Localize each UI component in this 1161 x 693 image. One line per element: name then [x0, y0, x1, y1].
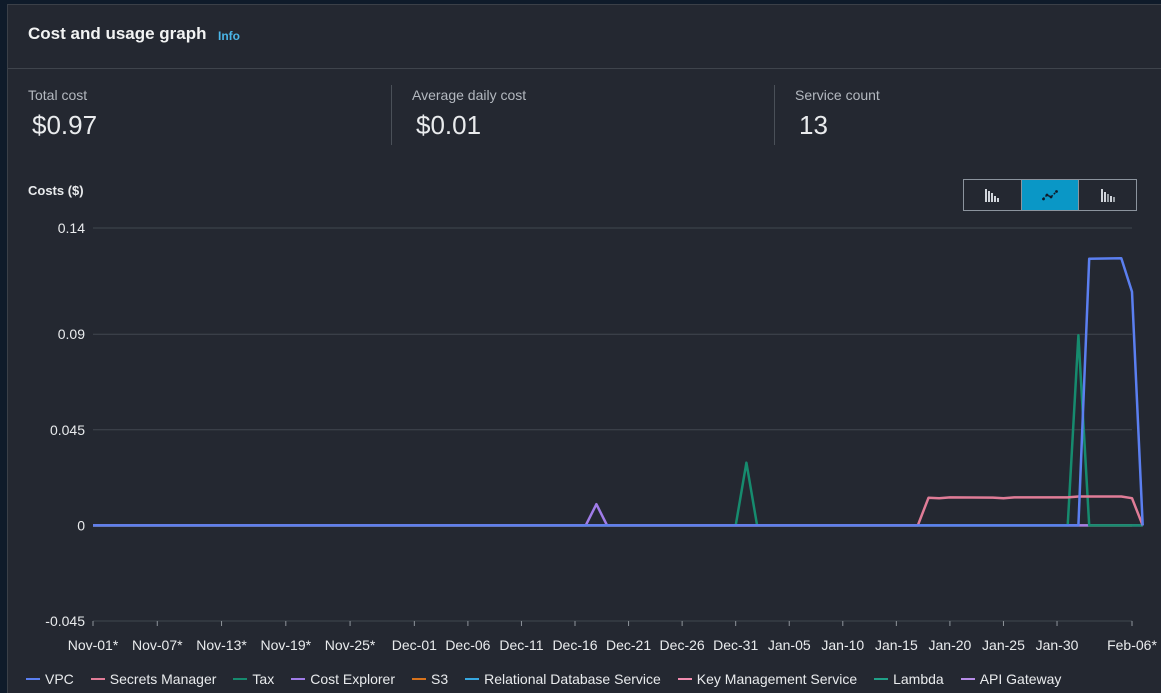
legend-item[interactable]: Lambda — [874, 671, 944, 687]
legend-swatch — [291, 678, 306, 680]
legend-label: Lambda — [893, 671, 944, 687]
cost-usage-panel: Cost and usage graph Info Total cost $0.… — [7, 4, 1161, 693]
legend-label: Cost Explorer — [310, 671, 396, 687]
legend-swatch — [465, 678, 480, 680]
y-axis-label: Costs ($) — [28, 183, 84, 198]
legend-swatch — [874, 678, 889, 680]
legend-label: API Gateway — [979, 671, 1062, 687]
legend-item[interactable]: Secrets Manager — [90, 671, 217, 687]
bar-chart-button[interactable] — [964, 180, 1021, 210]
info-link[interactable]: Info — [218, 29, 240, 43]
metric-label: Average daily cost — [412, 87, 527, 103]
legend-item[interactable]: API Gateway — [960, 671, 1062, 687]
legend-swatch — [412, 678, 427, 680]
metric-value: $0.01 — [416, 110, 482, 140]
metric-value: $0.97 — [32, 110, 98, 140]
panel-header: Cost and usage graph Info — [8, 5, 1161, 69]
metric-value: 13 — [799, 110, 828, 140]
legend-swatch — [26, 678, 40, 680]
metric-service-count: Service count 13 — [795, 87, 880, 145]
legend-swatch — [90, 678, 105, 680]
legend-item[interactable]: VPC — [26, 671, 74, 687]
legend-label: S3 — [431, 671, 449, 687]
legend-item[interactable]: Tax — [233, 671, 274, 687]
legend-label: Tax — [252, 671, 275, 687]
legend-item[interactable]: Key Management Service — [677, 671, 858, 687]
legend-label: Relational Database Service — [484, 671, 661, 687]
legend-item[interactable]: Cost Explorer — [291, 671, 395, 687]
stacked-bar-chart-button[interactable] — [1078, 180, 1136, 210]
legend-swatch — [677, 678, 692, 680]
bar-chart-icon — [985, 189, 1000, 202]
legend-item[interactable]: S3 — [412, 671, 448, 687]
legend-item[interactable]: Relational Database Service — [465, 671, 661, 687]
legend-label: Key Management Service — [696, 671, 858, 687]
chart-legend: VPC Secrets Manager Tax Cost Explorer S3 Rela… — [26, 671, 1078, 687]
line-chart-button[interactable] — [1020, 180, 1079, 210]
metric-divider — [774, 85, 775, 145]
metric-divider — [391, 85, 392, 145]
chart-type-toggle — [963, 179, 1137, 211]
panel-title: Cost and usage graph — [28, 24, 207, 43]
legend-label: Secrets Manager — [109, 671, 217, 687]
metric-average-daily-cost: Average daily cost $0.01 — [412, 87, 526, 145]
metric-total-cost: Total cost $0.97 — [28, 87, 97, 145]
metric-label: Total cost — [28, 87, 88, 103]
legend-swatch — [233, 678, 248, 680]
legend-label: VPC — [45, 671, 74, 687]
legend-swatch — [960, 678, 975, 680]
line-chart-icon — [1042, 190, 1058, 201]
stacked-bar-chart-icon — [1100, 189, 1115, 202]
metric-label: Service count — [795, 87, 880, 103]
